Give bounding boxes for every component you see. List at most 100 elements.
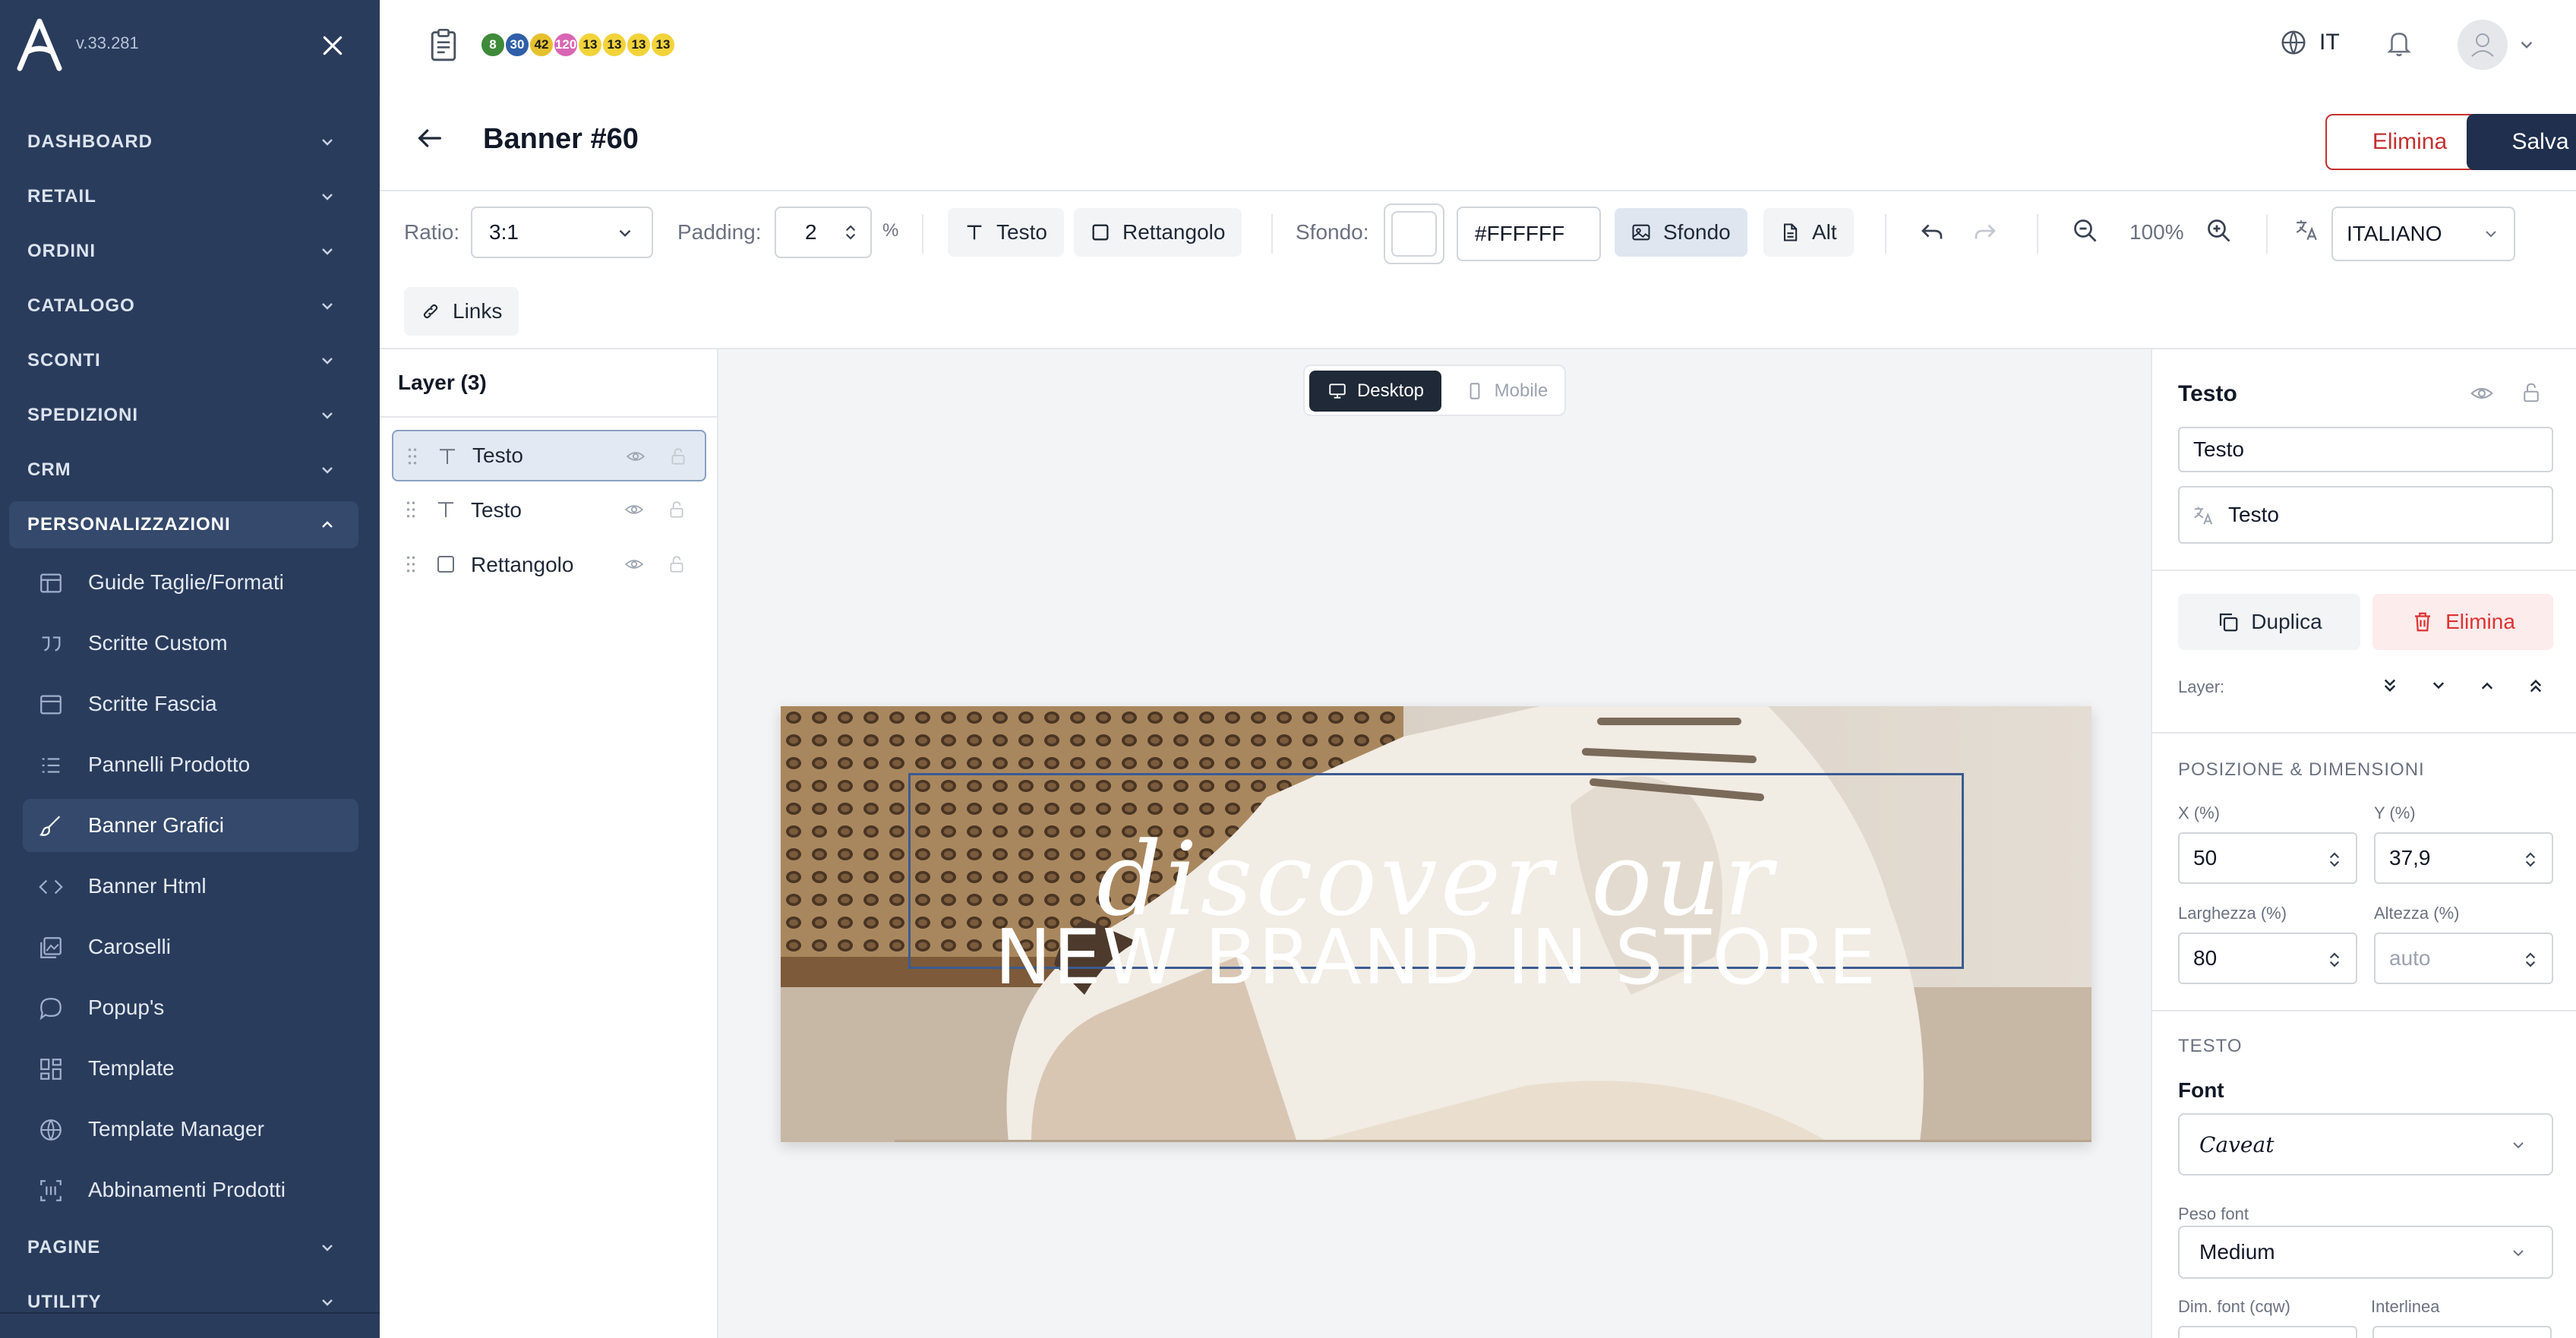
font-size-input[interactable] <box>2178 1326 2357 1338</box>
sidebar-item-banner-html[interactable]: Banner Html <box>23 860 358 913</box>
drag-handle-icon[interactable] <box>406 554 418 576</box>
drag-handle-icon[interactable] <box>407 447 419 468</box>
eye-icon[interactable] <box>626 447 647 468</box>
badge[interactable]: 13 <box>601 32 627 58</box>
sidebar-item-popups[interactable]: Popup's <box>23 981 358 1034</box>
eye-icon[interactable] <box>2470 381 2496 407</box>
nav-section-dashboard[interactable]: DASHBOARD <box>9 118 358 166</box>
stepper-icon[interactable] <box>2328 949 2342 970</box>
divider <box>922 214 923 254</box>
badge[interactable]: 120 <box>553 32 579 58</box>
delete-layer-button[interactable]: Elimina <box>2372 594 2553 650</box>
banner-preview[interactable]: discover our NEW BRAND IN STORE <box>781 706 2091 1142</box>
chevron-down-icon <box>317 1238 337 1258</box>
layer-item[interactable]: Testo <box>392 430 706 481</box>
badge[interactable]: 13 <box>577 32 603 58</box>
layer-item[interactable]: Rettangolo <box>392 539 706 591</box>
sidebar-item-banner-grafici[interactable]: Banner Grafici <box>23 799 358 852</box>
unlock-icon[interactable] <box>668 447 690 468</box>
add-text-button[interactable]: Testo <box>948 208 1064 257</box>
y-input[interactable]: 37,9 <box>2374 832 2553 884</box>
padding-input[interactable]: 2 <box>775 207 872 258</box>
clipboard-icon[interactable] <box>428 27 462 65</box>
stepper-icon[interactable] <box>2524 849 2538 870</box>
x-input[interactable]: 50 <box>2178 832 2357 884</box>
send-backward-icon[interactable] <box>2427 674 2451 699</box>
line-height-input[interactable] <box>2372 1326 2552 1338</box>
badge[interactable]: 42 <box>529 32 554 58</box>
sidebar-item-abbinamenti-prodotti[interactable]: Abbinamenti Prodotti <box>23 1163 358 1217</box>
nav-section-crm[interactable]: CRM <box>9 447 358 494</box>
bell-icon[interactable] <box>2385 27 2415 61</box>
nav-section-pagine[interactable]: PAGINE <box>9 1224 358 1271</box>
font-size-label: Dim. font (cqw) <box>2178 1297 2290 1316</box>
sidebar-item-guide-taglie[interactable]: Guide Taglie/Formati <box>23 556 358 609</box>
back-arrow-icon[interactable] <box>415 123 450 158</box>
eye-icon[interactable] <box>624 554 646 576</box>
redo-icon[interactable] <box>1971 217 2002 248</box>
zoom-out-icon[interactable] <box>2072 217 2102 248</box>
mobile-view-button[interactable]: Mobile <box>1449 371 1563 412</box>
background-color-input[interactable]: #FFFFFF <box>1457 207 1601 261</box>
nav-section-ordini[interactable]: ORDINI <box>9 228 358 275</box>
banner-headline-text[interactable]: NEW BRAND IN STORE <box>781 913 2091 1002</box>
badge[interactable]: 30 <box>504 32 530 58</box>
stepper-icon[interactable] <box>2524 949 2538 970</box>
background-color-swatch[interactable] <box>1384 204 1444 264</box>
badge[interactable]: 8 <box>480 32 506 58</box>
badge[interactable]: 13 <box>626 32 652 58</box>
zoom-in-icon[interactable] <box>2205 217 2236 248</box>
stepper-icon[interactable] <box>844 222 857 243</box>
nav-section-spedizioni[interactable]: SPEDIZIONI <box>9 392 358 439</box>
stepper-icon[interactable] <box>2328 849 2342 870</box>
undo-icon[interactable] <box>1918 217 1949 248</box>
language-switcher[interactable]: IT <box>2278 27 2340 58</box>
language-select[interactable]: ITALIANO <box>2331 207 2515 261</box>
x-value: 50 <box>2193 846 2218 869</box>
unlock-icon[interactable] <box>667 554 688 576</box>
sidebar-item-label: Caroselli <box>88 935 171 958</box>
desktop-view-button[interactable]: Desktop <box>1309 371 1441 412</box>
avatar[interactable] <box>2458 20 2508 70</box>
eye-icon[interactable] <box>624 500 646 521</box>
nav-section-sconti[interactable]: SCONTI <box>9 337 358 384</box>
width-input[interactable]: 80 <box>2178 932 2357 984</box>
links-button[interactable]: Links <box>404 287 519 336</box>
bring-to-front-icon[interactable] <box>2524 674 2549 699</box>
duplicate-button[interactable]: Duplica <box>2178 594 2360 650</box>
drag-handle-icon[interactable] <box>406 500 418 521</box>
save-button[interactable]: Salva <box>2467 114 2576 170</box>
nav-section-catalogo[interactable]: CATALOGO <box>9 282 358 330</box>
chevron-down-icon[interactable] <box>2517 35 2537 55</box>
nav-section-retail[interactable]: RETAIL <box>9 173 358 220</box>
position-section-title: POSIZIONE & DIMENSIONI <box>2178 759 2425 780</box>
background-image-button[interactable]: Sfondo <box>1615 208 1747 257</box>
send-to-back-icon[interactable] <box>2379 674 2403 699</box>
chevron-down-icon <box>317 187 337 207</box>
bring-forward-icon[interactable] <box>2476 674 2500 699</box>
font-select[interactable]: Caveat <box>2178 1113 2553 1175</box>
height-input[interactable]: auto <box>2374 932 2553 984</box>
text-icon <box>436 445 460 469</box>
sidebar-item-scritte-custom[interactable]: Scritte Custom <box>23 617 358 670</box>
ratio-select[interactable]: 3:1 <box>471 207 653 258</box>
app-logo[interactable] <box>17 18 62 71</box>
unlock-icon[interactable] <box>2520 381 2543 407</box>
add-rectangle-button[interactable]: Rettangolo <box>1074 208 1242 257</box>
close-icon[interactable] <box>314 29 351 62</box>
font-weight-select[interactable]: Medium <box>2178 1226 2553 1279</box>
badge[interactable]: 13 <box>650 32 676 58</box>
divider <box>2152 732 2576 734</box>
chevron-down-icon <box>317 132 337 152</box>
nav-section-personalizzazioni[interactable]: PERSONALIZZAZIONI <box>9 501 358 548</box>
sidebar-item-pannelli-prodotto[interactable]: Pannelli Prodotto <box>23 738 358 791</box>
sidebar-item-caroselli[interactable]: Caroselli <box>23 920 358 974</box>
layer-item[interactable]: Testo <box>392 484 706 536</box>
sidebar-item-template[interactable]: Template <box>23 1042 358 1095</box>
alt-text-button[interactable]: Alt <box>1763 208 1854 257</box>
unlock-icon[interactable] <box>667 500 688 521</box>
text-content-input[interactable]: Testo <box>2178 427 2553 472</box>
sidebar-item-template-manager[interactable]: Template Manager <box>23 1103 358 1156</box>
text-translation-input[interactable]: Testo <box>2178 486 2553 544</box>
sidebar-item-scritte-fascia[interactable]: Scritte Fascia <box>23 677 358 731</box>
